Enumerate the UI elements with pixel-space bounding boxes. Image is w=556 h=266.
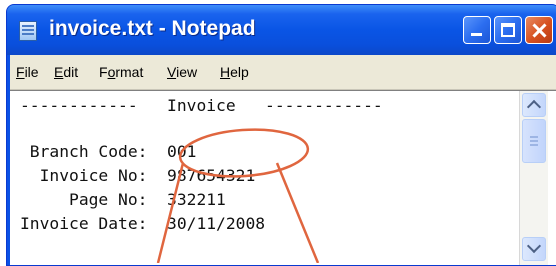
editor-area: ------------ Invoice ------------ Branch… (10, 90, 556, 265)
scroll-down-icon[interactable] (522, 237, 546, 261)
menu-view[interactable]: View (167, 64, 197, 80)
minimize-button[interactable] (463, 16, 491, 44)
text-line: ------------ Invoice ------------ (20, 96, 383, 115)
scroll-thumb[interactable] (522, 119, 546, 163)
menu-help[interactable]: Help (220, 64, 249, 80)
vertical-scrollbar[interactable] (519, 91, 548, 265)
maximize-button[interactable] (494, 16, 522, 44)
close-button[interactable] (525, 16, 553, 44)
window-title: invoice.txt - Notepad (49, 17, 256, 40)
menu-bar: File Edit Format View Help (10, 55, 556, 90)
text-editor[interactable]: ------------ Invoice ------------ Branch… (10, 91, 518, 265)
title-bar[interactable]: invoice.txt - Notepad (7, 5, 556, 55)
menu-format[interactable]: Format (99, 64, 143, 80)
notepad-window: invoice.txt - Notepad File Edit Format V… (6, 4, 556, 266)
scroll-up-icon[interactable] (522, 93, 546, 117)
menu-edit[interactable]: Edit (54, 64, 78, 80)
text-line: Invoice No: 987654321 (20, 166, 256, 185)
text-line: Branch Code: 001 (20, 142, 197, 161)
notepad-icon[interactable] (19, 21, 37, 41)
text-line: Invoice Date: 30/11/2008 (20, 214, 266, 233)
text-line: Page No: 332211 (20, 190, 226, 209)
menu-file[interactable]: File (16, 64, 39, 80)
